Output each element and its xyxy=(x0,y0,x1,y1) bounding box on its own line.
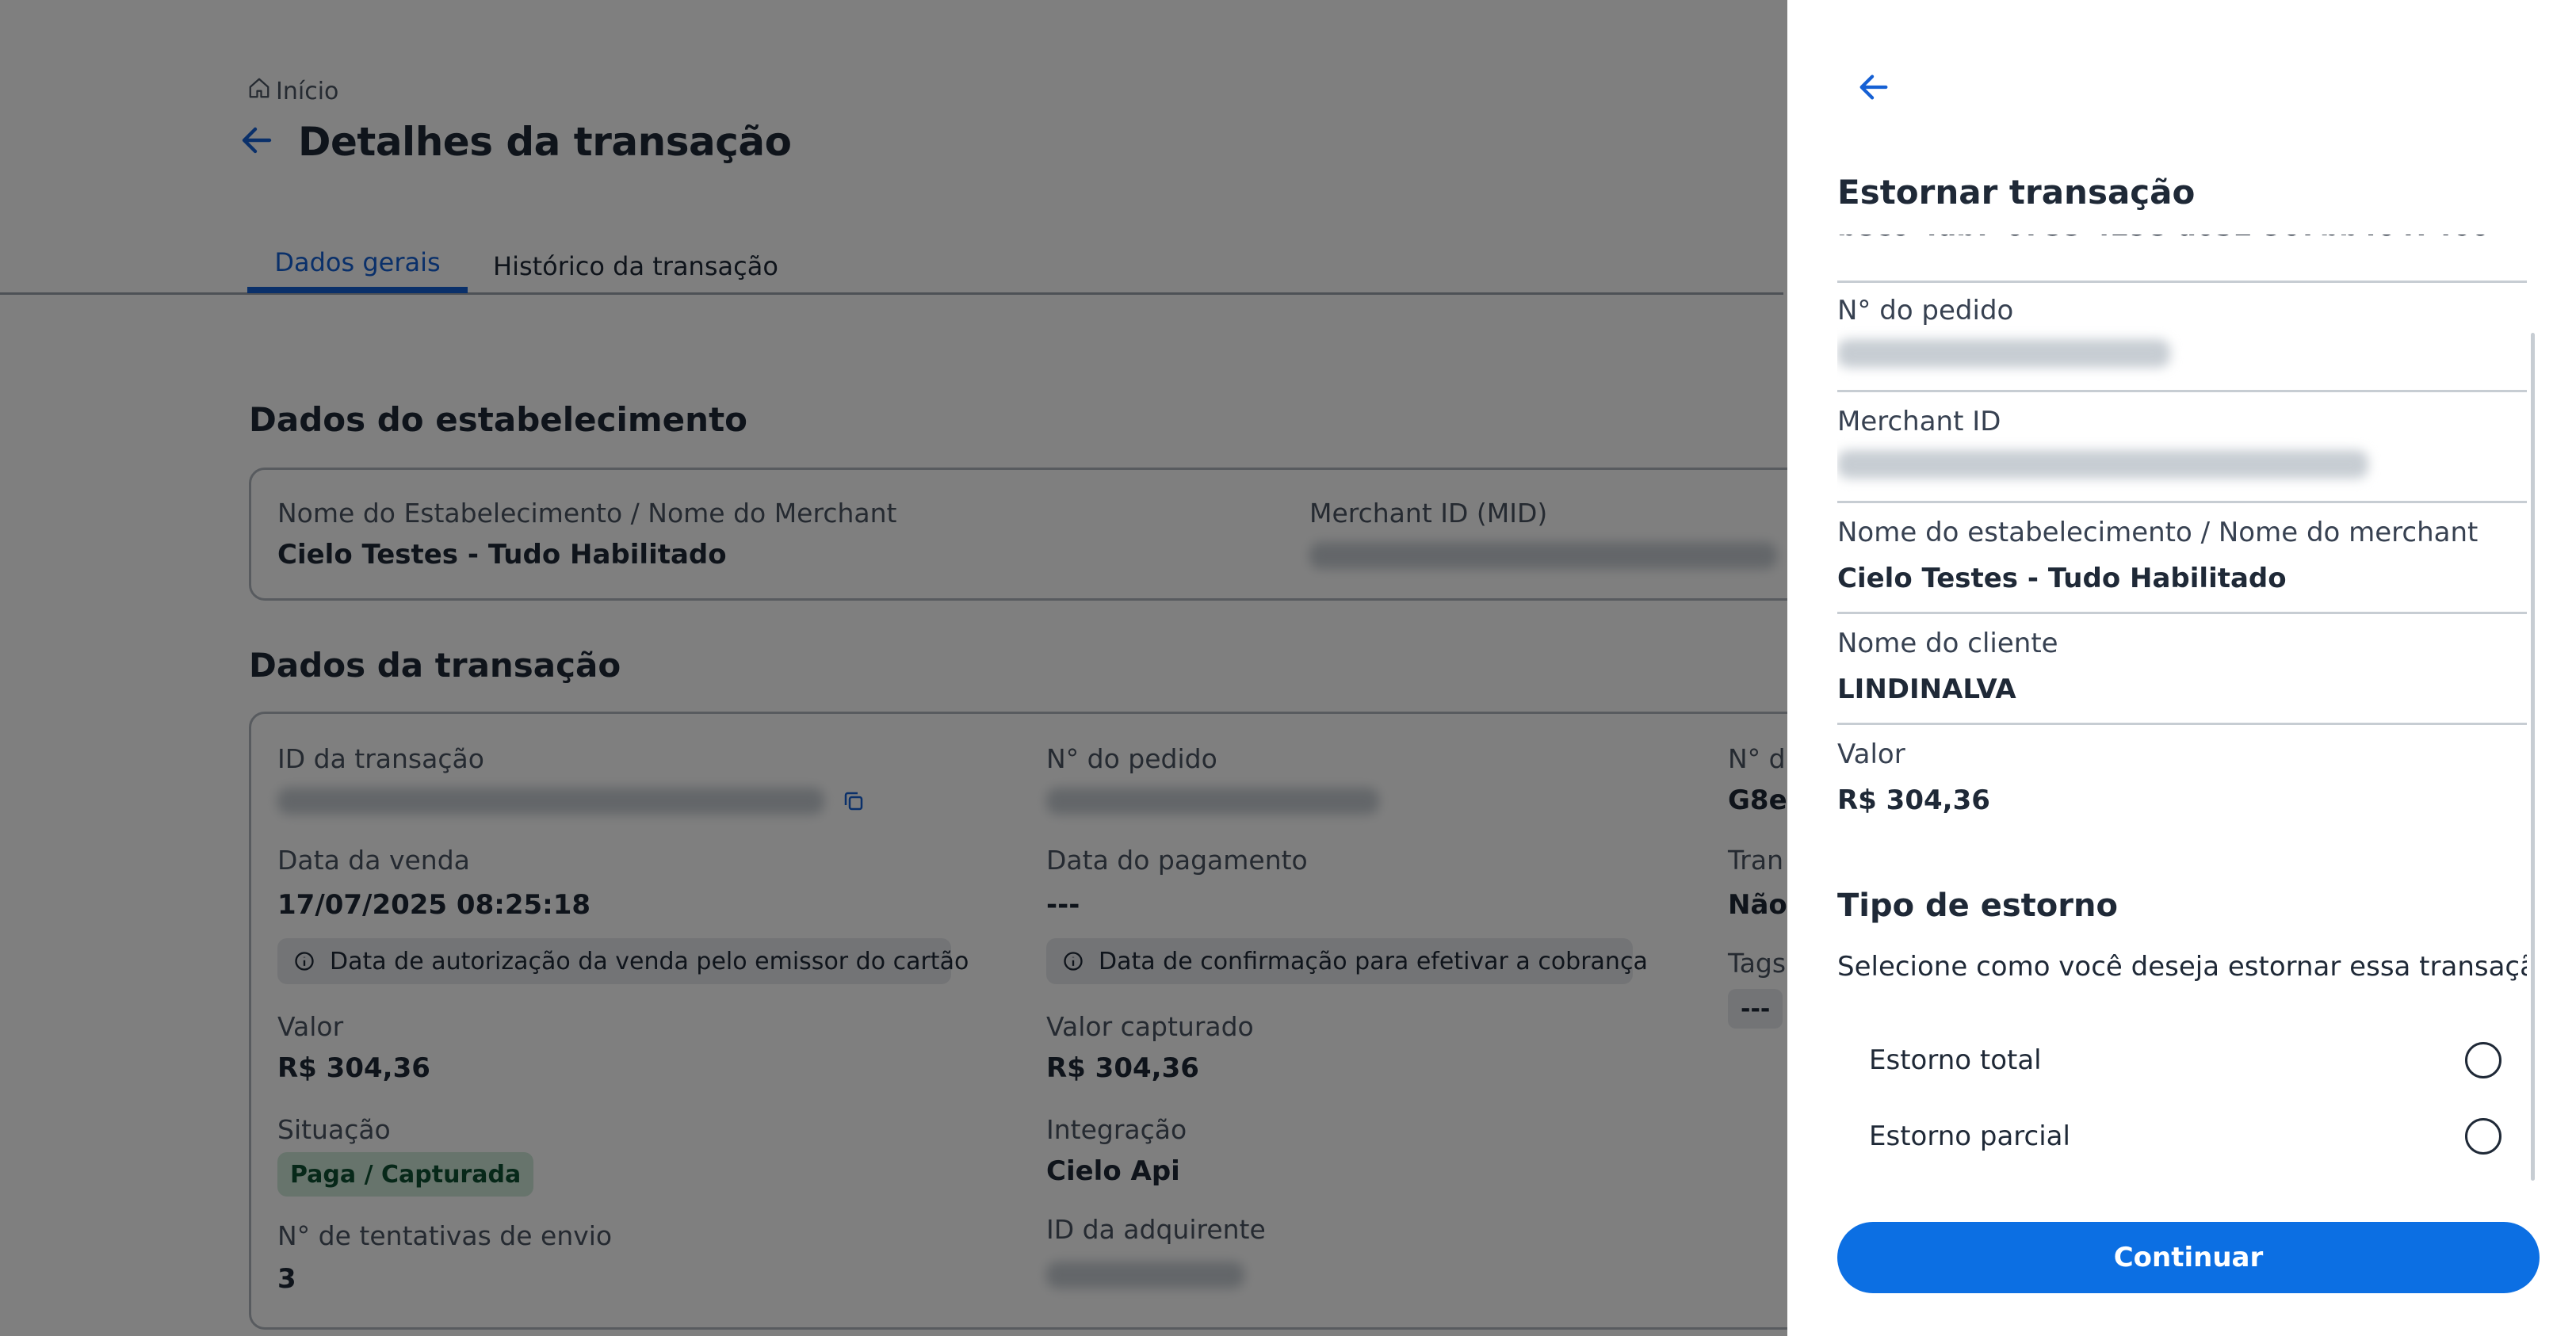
refund-option-total[interactable]: Estorno total xyxy=(1837,1029,2519,1092)
drawer-client-label: Nome do cliente xyxy=(1837,628,2058,659)
refund-option-total-label: Estorno total xyxy=(1869,1044,2042,1076)
drawer-scroll-area[interactable]: b8c0 4ab7-0788-4298-a052-907bb4047460 N°… xyxy=(1837,235,2527,1178)
arrow-left-icon xyxy=(1859,74,1888,100)
modal-overlay[interactable] xyxy=(0,0,1787,1336)
divider xyxy=(1837,281,2527,283)
drawer-client-value: LINDINALVA xyxy=(1837,674,2016,705)
drawer-order-redacted xyxy=(1837,339,2170,368)
continue-button[interactable]: Continuar xyxy=(1837,1222,2540,1293)
refund-option-total-radio[interactable] xyxy=(2465,1042,2501,1078)
drawer-merchant-id-redacted xyxy=(1837,450,2368,479)
refund-type-title: Tipo de estorno xyxy=(1837,887,2118,924)
refund-option-partial-label: Estorno parcial xyxy=(1869,1120,2070,1152)
refund-option-partial-radio[interactable] xyxy=(2465,1118,2501,1155)
drawer-merchant-name-value: Cielo Testes - Tudo Habilitado xyxy=(1837,563,2287,594)
drawer-title: Estornar transação xyxy=(1837,173,2196,212)
divider xyxy=(1837,723,2527,725)
divider xyxy=(1837,612,2527,614)
clipped-transaction-id: b8c0 4ab7-0788-4298-a052-907bb4047460 xyxy=(1837,235,2490,242)
drawer-value-label: Valor xyxy=(1837,739,1905,770)
divider xyxy=(1837,501,2527,503)
drawer-scrollbar[interactable] xyxy=(2531,333,2535,1181)
drawer-merchant-id-label: Merchant ID xyxy=(1837,406,2001,437)
refund-option-partial[interactable]: Estorno parcial xyxy=(1837,1105,2519,1168)
refund-type-description: Selecione como você deseja estornar essa… xyxy=(1837,951,2527,983)
drawer-back-button[interactable] xyxy=(1852,65,1896,109)
drawer-value-value: R$ 304,36 xyxy=(1837,784,1990,816)
drawer-order-label: N° do pedido xyxy=(1837,295,2014,326)
divider xyxy=(1837,390,2527,392)
drawer-merchant-name-label: Nome do estabelecimento / Nome do mercha… xyxy=(1837,517,2479,548)
